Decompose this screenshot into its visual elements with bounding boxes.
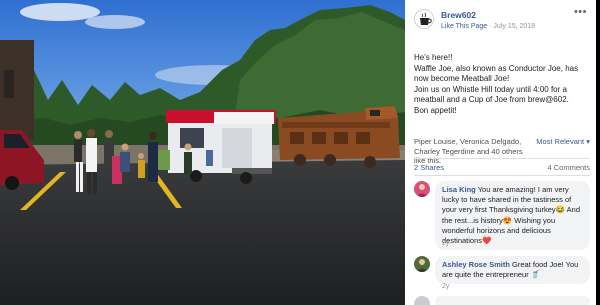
post-header: Brew602 Like This Page · July 15, 2018 •… — [405, 0, 596, 34]
comment-text: You are amazing! I am very lucky to have… — [442, 185, 581, 246]
reaction-names[interactable]: Piper Louise, Veronica Delgado, Charley … — [414, 137, 534, 166]
comment-time[interactable]: 2y — [442, 283, 449, 290]
post-text: He's here!! Waffle Joe, also known as Co… — [414, 53, 590, 117]
divider — [414, 158, 590, 159]
avatar-image-icon — [414, 256, 430, 272]
comment-bubble: Ashley Rose Smith Great food Joe! You ar… — [435, 256, 590, 285]
commenter-avatar[interactable] — [414, 256, 430, 272]
like-page-link[interactable]: Like This Page — [441, 23, 487, 30]
commenter-avatar[interactable] — [414, 181, 430, 197]
post-date[interactable]: July 15, 2018 — [493, 23, 535, 30]
shares-link[interactable]: 2 Shares — [414, 163, 444, 172]
most-relevant-dropdown[interactable]: Most Relevant ▾ — [536, 137, 590, 147]
reactions-row: Piper Louise, Veronica Delgado, Charley … — [414, 137, 590, 165]
scrollbar-edge — [596, 0, 600, 305]
post-line: Join us on Whistle Hill today until 4:00… — [414, 84, 569, 105]
commenter-avatar[interactable] — [414, 296, 430, 305]
post-photo[interactable] — [0, 0, 405, 305]
comment-time[interactable]: 2y — [442, 240, 449, 247]
brew602-logo-icon — [416, 11, 433, 28]
more-options-icon[interactable]: ••• — [574, 6, 587, 18]
post-line: Bon appetit! — [414, 105, 457, 115]
comment-bubble: Lisa King You are amazing! I am very luc… — [435, 181, 590, 251]
page-name-link[interactable]: Brew602 — [441, 10, 476, 20]
comments-count-link[interactable]: 4 Comments — [547, 163, 590, 172]
post-line: Waffle Joe, also known as Conductor Joe,… — [414, 63, 579, 84]
post-line: He's here!! — [414, 53, 453, 62]
divider — [414, 175, 590, 176]
post-meta: Like This Page · July 15, 2018 — [441, 23, 535, 30]
post-panel: Brew602 Like This Page · July 15, 2018 •… — [405, 0, 596, 305]
avatar-image-icon — [414, 181, 430, 197]
page-avatar[interactable] — [414, 9, 434, 29]
food-truck-photo — [0, 0, 405, 305]
comment-author[interactable]: Lisa King — [442, 185, 476, 194]
comment-author[interactable]: Ashley Rose Smith — [442, 260, 510, 269]
comment-bubble — [435, 296, 590, 305]
